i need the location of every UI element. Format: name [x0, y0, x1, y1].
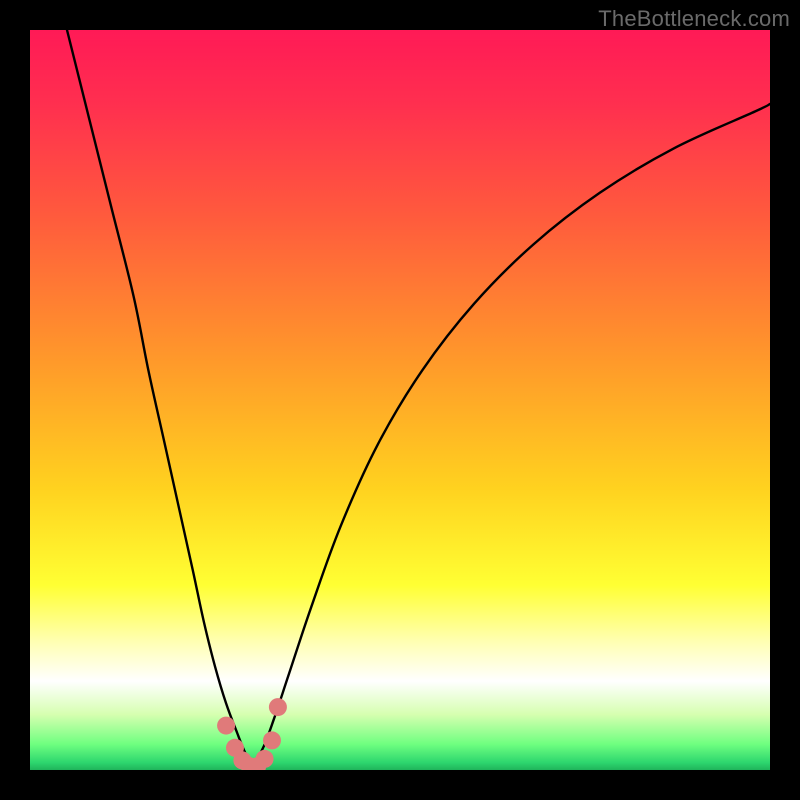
trough-marker	[256, 750, 274, 768]
trough-marker	[269, 698, 287, 716]
watermark-text: TheBottleneck.com	[598, 6, 790, 32]
left-branch-curve	[67, 30, 252, 766]
right-branch-curve	[252, 104, 770, 766]
curve-layer	[30, 30, 770, 770]
trough-marker	[217, 717, 235, 735]
trough-marker	[263, 731, 281, 749]
chart-frame: TheBottleneck.com	[0, 0, 800, 800]
plot-area	[30, 30, 770, 770]
